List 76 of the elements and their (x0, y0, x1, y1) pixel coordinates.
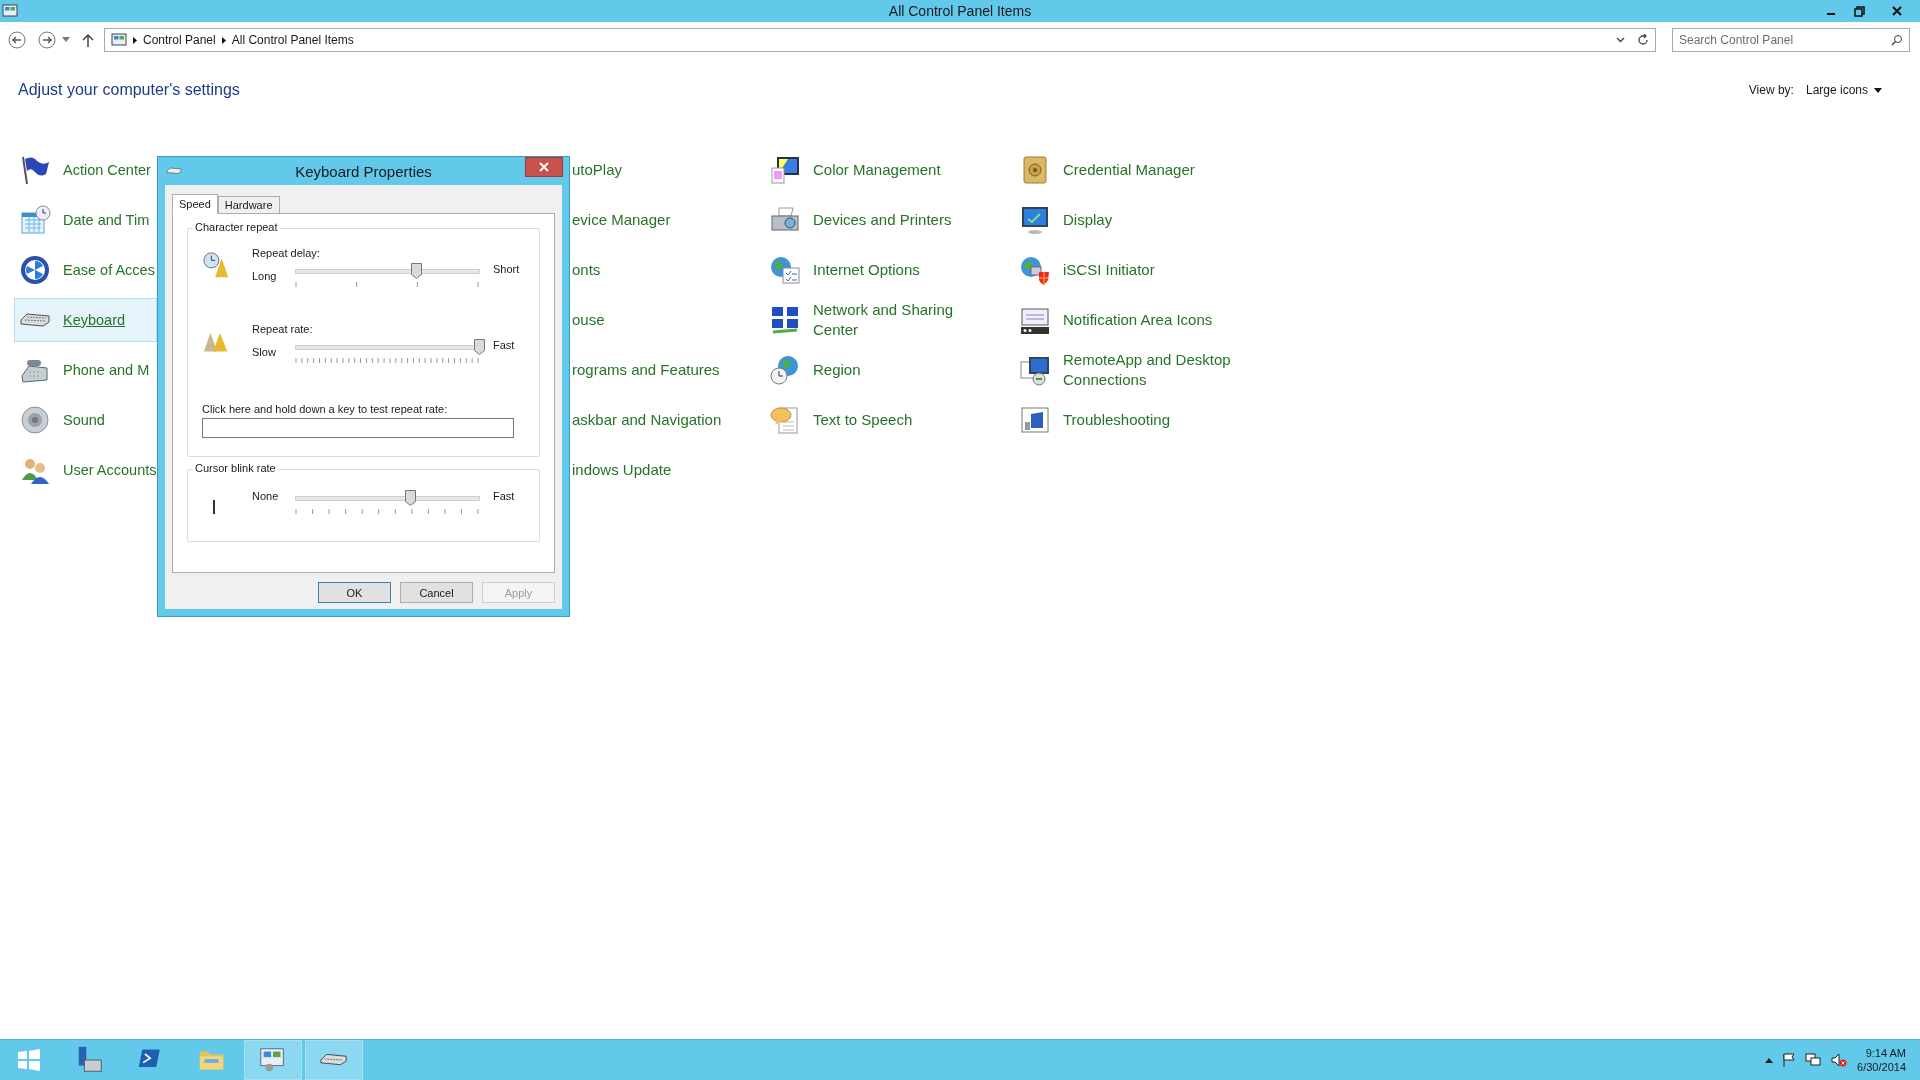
dialog-button[interactable]: OK (318, 582, 391, 603)
clock[interactable]: 9:14 AM 6/30/2014 (1857, 1046, 1906, 1074)
control-panel-item[interactable]: User Accounts (14, 448, 157, 492)
slider-max-label: Fast (493, 339, 516, 351)
window-title: All Control Panel Items (888, 3, 1032, 19)
globe-icon (769, 254, 801, 286)
restore-icon (1854, 5, 1865, 17)
calendar-icon (19, 204, 51, 236)
globe-shield-icon (1019, 254, 1051, 286)
breadcrumb-arrow-icon (221, 36, 226, 44)
speaker-muted-icon[interactable] (1831, 1053, 1848, 1067)
slider-min-label: Long (252, 269, 278, 282)
globe-clock-icon (769, 354, 801, 386)
show-hidden-icons-button[interactable] (1765, 1057, 1774, 1063)
flag-icon[interactable] (1783, 1053, 1796, 1067)
monitor-icon (1019, 204, 1051, 236)
speech-bubble-icon (769, 404, 801, 436)
tab[interactable]: Speed (172, 194, 218, 214)
search-icon (1891, 34, 1903, 46)
taskbar-app[interactable] (305, 1040, 363, 1080)
network-icon (769, 304, 801, 336)
network-icon[interactable] (1805, 1053, 1822, 1067)
slider-min-label: Slow (252, 345, 277, 358)
control-panel-item[interactable]: Phone and M (14, 348, 157, 392)
page-heading: Adjust your computer's settings (18, 81, 240, 99)
history-dropdown[interactable] (62, 37, 70, 43)
slider-thumb[interactable] (405, 490, 417, 506)
group-title: Cursor blink rate (193, 462, 278, 474)
control-panel-item[interactable]: Sound (14, 398, 157, 442)
flag-icon (19, 154, 51, 186)
control-panel-item[interactable]: Action Center (14, 148, 157, 192)
keyboard-icon (166, 165, 182, 177)
control-panel-icon (111, 32, 127, 48)
field-label: Click here and hold down a key to test repeat rate: (202, 403, 449, 415)
back-button[interactable] (8, 31, 26, 49)
slider-label: Repeat delay: (252, 247, 321, 259)
close-icon (1892, 6, 1902, 16)
forward-button[interactable] (38, 31, 56, 49)
group-title: Character repeat (193, 221, 280, 233)
dialog-button[interactable]: Cancel (400, 582, 473, 603)
address-bar[interactable]: Control Panel All Control Panel Items (104, 28, 1656, 52)
up-button[interactable] (82, 33, 94, 47)
tab[interactable]: Hardware (217, 196, 280, 213)
search-field[interactable]: Search Control Panel (1672, 28, 1910, 52)
control-panel-item[interactable]: Ease of Acces (14, 248, 157, 292)
slider-max-label: Fast (493, 490, 516, 502)
monitor-icon (769, 154, 801, 186)
test-input-field[interactable] (202, 418, 514, 438)
troubleshooting-icon (1019, 404, 1051, 436)
breadcrumb[interactable]: Control Panel (143, 33, 216, 47)
speaker-icon (19, 404, 51, 436)
slider-thumb[interactable] (473, 339, 485, 355)
refresh-icon[interactable] (1637, 34, 1649, 46)
slider-thumb[interactable] (410, 263, 422, 279)
caret-icon (1874, 87, 1882, 93)
chevron-down-icon[interactable] (1616, 37, 1625, 43)
control-panel-item[interactable]: indows Update (567, 448, 768, 492)
slider-max-label: Short (493, 263, 521, 275)
dialog-title: Keyboard Properties (295, 162, 432, 180)
control-panel-icon (2, 3, 18, 19)
close-button[interactable] (525, 157, 563, 177)
view-by-dropdown[interactable]: Large icons (1805, 83, 1882, 97)
breadcrumb[interactable]: All Control Panel Items (231, 33, 354, 47)
windows-icon (17, 1048, 41, 1072)
slider-label: Repeat rate: (252, 323, 314, 335)
breadcrumb-arrow-icon (133, 36, 137, 44)
accessibility-icon (19, 254, 51, 286)
control-panel-item[interactable]: Keyboard (14, 298, 157, 342)
remote-desktop-icon (1019, 354, 1051, 386)
slider-min-label: None (252, 490, 280, 502)
control-panel-item[interactable]: Date and Tim (14, 198, 157, 242)
minimize-icon (1826, 13, 1835, 15)
close-icon (539, 162, 549, 172)
cursor-icon (212, 500, 216, 514)
view-by-label: View by: (1748, 83, 1794, 97)
taskbar-app[interactable] (244, 1040, 302, 1080)
